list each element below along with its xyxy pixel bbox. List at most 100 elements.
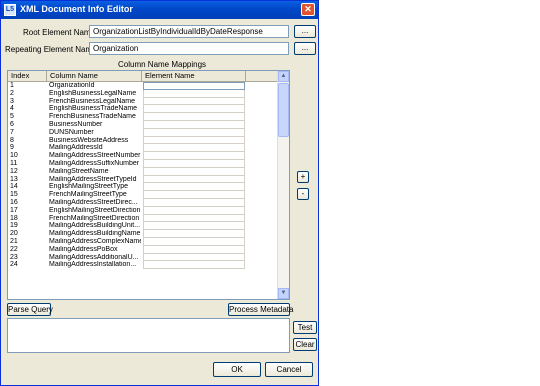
cell-column-name: MailingAddressStreetTypeId: [49, 175, 137, 183]
cell-element-name-input[interactable]: [143, 120, 245, 129]
cell-element-name-input[interactable]: [143, 89, 245, 98]
cell-column-name: MailingAddressInstallation...: [49, 261, 137, 269]
cell-index: 9: [10, 144, 14, 152]
cell-element-name-input[interactable]: [143, 230, 245, 238]
cell-column-name: FrenchMailingStreetDirection: [49, 214, 140, 222]
scroll-down-icon[interactable]: ▼: [278, 288, 289, 299]
cell-column-name: MailingAddressStreetDirec...: [49, 198, 138, 206]
cell-element-name-input[interactable]: [143, 237, 245, 246]
table-row[interactable]: 1 OrganizationId: [8, 82, 279, 90]
cell-element-name-input[interactable]: [143, 144, 245, 153]
cell-element-name-input[interactable]: [143, 261, 245, 270]
cancel-button[interactable]: Cancel: [265, 362, 313, 377]
root-element-field[interactable]: OrganizationListByIndividualIdByDateResp…: [89, 25, 289, 38]
close-button[interactable]: ✕: [301, 3, 315, 16]
cell-element-name-input[interactable]: [143, 175, 245, 184]
clear-button[interactable]: Clear: [293, 338, 317, 351]
cell-element-name-input[interactable]: [143, 206, 245, 215]
table-row[interactable]: 23 MailingAddressAdditionalU...: [8, 253, 279, 262]
table-row[interactable]: 16 MailingAddressStreetDirec...: [8, 198, 279, 207]
cell-element-name-input[interactable]: [143, 198, 245, 207]
cell-element-name-input[interactable]: [143, 183, 245, 192]
cell-element-name-input[interactable]: [143, 113, 245, 121]
table-row[interactable]: 14 EnglishMailingStreetType: [8, 183, 279, 192]
cell-element-name-input[interactable]: [143, 245, 245, 254]
cell-index: 24: [10, 261, 18, 269]
cell-column-name: FrenchBusinessLegalName: [49, 97, 135, 105]
cell-index: 11: [10, 159, 18, 167]
cell-index: 5: [10, 113, 14, 121]
parse-query-button[interactable]: Parse Query: [7, 303, 53, 316]
cell-element-name-input[interactable]: [143, 214, 245, 223]
table-row[interactable]: 8 BusinessWebsiteAddress: [8, 136, 279, 145]
cell-element-name-input[interactable]: [143, 253, 245, 262]
header-element-name[interactable]: Element Name: [142, 71, 246, 81]
repeating-element-field[interactable]: Organization: [89, 42, 289, 55]
scroll-thumb[interactable]: [278, 83, 289, 137]
column-mappings-label: Column Name Mappings: [118, 60, 207, 69]
root-element-label: Root Element Name:: [23, 28, 98, 37]
table-row[interactable]: 5 FrenchBusinessTradeName: [8, 113, 279, 121]
cell-index: 15: [10, 191, 18, 199]
table-row[interactable]: 10 MailingAddressStreetNumber: [8, 152, 279, 160]
query-textarea[interactable]: [7, 318, 290, 353]
table-row[interactable]: 13 MailingAddressStreetTypeId: [8, 175, 279, 184]
table-row[interactable]: 17 EnglishMailingStreetDirection: [8, 206, 279, 215]
add-row-button[interactable]: +: [297, 171, 309, 183]
root-element-browse-button[interactable]: ...: [294, 25, 316, 38]
ok-button[interactable]: OK: [213, 362, 261, 377]
table-row[interactable]: 7 DUNSNumber: [8, 128, 279, 137]
cell-index: 23: [10, 253, 18, 261]
cell-index: 22: [10, 245, 18, 253]
cell-index: 7: [10, 128, 14, 136]
table-row[interactable]: 22 MailingAddressPoBox: [8, 245, 279, 254]
cell-element-name-input[interactable]: [143, 128, 245, 137]
cell-element-name-input[interactable]: [143, 105, 245, 114]
cell-column-name: EnglishBusinessLegalName: [49, 89, 137, 97]
cell-index: 4: [10, 105, 14, 113]
window-title: XML Document Info Editor: [20, 4, 133, 14]
remove-row-button[interactable]: -: [297, 188, 309, 200]
table-row[interactable]: 11 MailingAddressSuffixNumber: [8, 159, 279, 168]
table-row[interactable]: 15 FrenchMailingStreetType: [8, 191, 279, 199]
cell-column-name: FrenchMailingStreetType: [49, 191, 127, 199]
table-row[interactable]: 24 MailingAddressInstallation...: [8, 261, 279, 270]
cell-element-name-input[interactable]: [143, 152, 245, 160]
header-spacer: [246, 71, 279, 81]
table-row[interactable]: 19 MailingAddressBuildingUnit...: [8, 222, 279, 231]
cell-column-name: MailingAddressAdditionalU...: [49, 253, 139, 261]
table-row[interactable]: 4 EnglishBusinessTradeName: [8, 105, 279, 114]
repeating-element-browse-button[interactable]: ...: [294, 42, 316, 55]
title-bar[interactable]: L5 XML Document Info Editor ✕: [1, 1, 318, 19]
cell-element-name-input[interactable]: [143, 159, 245, 168]
table-row[interactable]: 6 BusinessNumber: [8, 120, 279, 129]
cell-element-name-input[interactable]: [143, 167, 245, 176]
scroll-up-icon[interactable]: ▲: [278, 71, 289, 82]
cell-column-name: MailingAddressBuildingUnit...: [49, 222, 141, 230]
cell-element-name-input[interactable]: [143, 191, 245, 199]
table-scrollbar[interactable]: ▲ ▼: [277, 71, 289, 299]
cell-element-name-input[interactable]: [143, 222, 245, 231]
cell-index: 14: [10, 183, 18, 191]
cell-index: 20: [10, 230, 18, 238]
table-row[interactable]: 3 FrenchBusinessLegalName: [8, 97, 279, 106]
table-row[interactable]: 20 MailingAddressBuildingName: [8, 230, 279, 238]
header-column-name[interactable]: Column Name: [47, 71, 142, 81]
repeating-element-label: Repeating Element Name:: [5, 45, 99, 54]
column-mappings-table[interactable]: Index Column Name Element Name 1 Organiza…: [7, 70, 290, 300]
cell-element-name-input[interactable]: [143, 136, 245, 145]
cell-index: 13: [10, 175, 18, 183]
cell-element-name-input[interactable]: [143, 97, 245, 106]
table-row[interactable]: 21 MailingAddressComplexName: [8, 237, 279, 246]
header-index[interactable]: Index: [8, 71, 47, 81]
cell-column-name: BusinessNumber: [49, 120, 103, 128]
test-button[interactable]: Test: [293, 321, 317, 334]
table-row[interactable]: 2 EnglishBusinessLegalName: [8, 89, 279, 98]
process-metadata-button[interactable]: Process Metadata: [228, 303, 293, 316]
cell-column-name: FrenchBusinessTradeName: [49, 113, 136, 121]
cell-column-name: MailingAddressSuffixNumber: [49, 159, 140, 167]
cell-element-name-input[interactable]: [143, 82, 245, 90]
table-row[interactable]: 12 MailingStreetName: [8, 167, 279, 176]
table-row[interactable]: 9 MailingAddressId: [8, 144, 279, 153]
table-row[interactable]: 18 FrenchMailingStreetDirection: [8, 214, 279, 223]
